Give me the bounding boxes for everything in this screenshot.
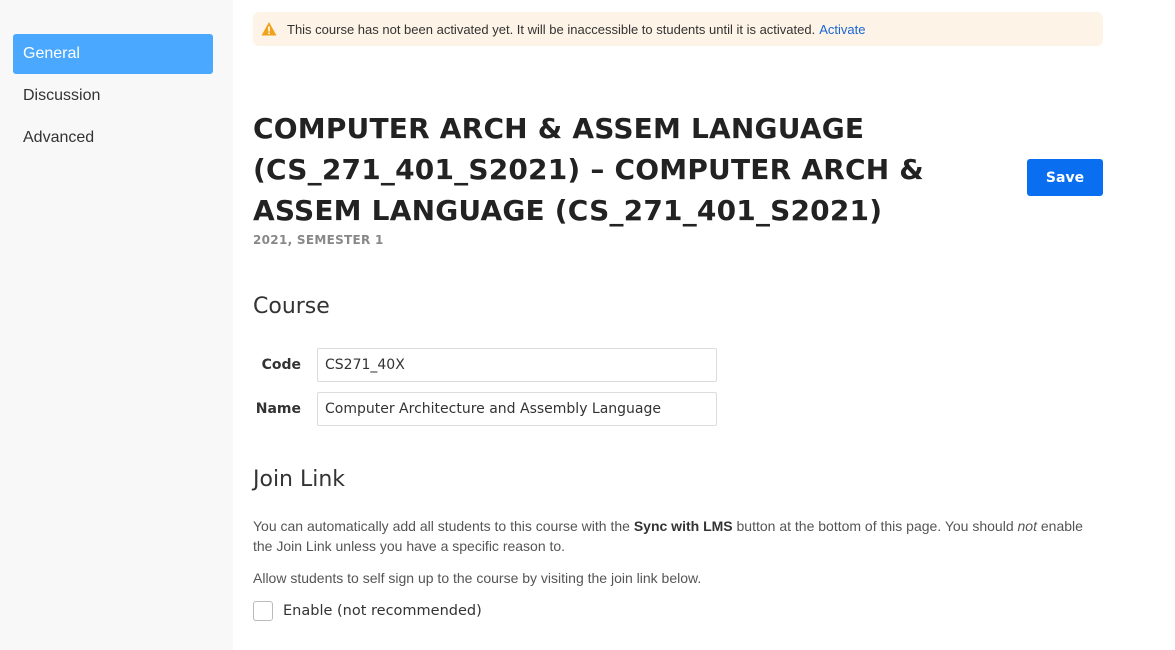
name-input[interactable] bbox=[317, 392, 717, 426]
sidebar-item-general[interactable]: General bbox=[13, 34, 213, 74]
save-button[interactable]: Save bbox=[1027, 159, 1103, 196]
sidebar: General Discussion Advanced bbox=[0, 0, 233, 650]
sync-lms-emphasis: Sync with LMS bbox=[633, 518, 733, 534]
activate-link[interactable]: Activate bbox=[819, 22, 865, 37]
code-label: Code bbox=[261, 357, 301, 373]
sidebar-item-advanced[interactable]: Advanced bbox=[13, 118, 213, 158]
banner-message: This course has not been activated yet. … bbox=[287, 21, 816, 37]
course-section-heading: Course bbox=[253, 294, 330, 319]
app-layout: General Discussion Advanced This course … bbox=[0, 0, 1175, 650]
name-row: Name bbox=[253, 392, 717, 426]
self-signup-description: Allow students to self sign up to the co… bbox=[253, 570, 702, 586]
semester-subtitle: 2021, SEMESTER 1 bbox=[253, 233, 384, 247]
enable-join-link-label: Enable (not recommended) bbox=[283, 603, 482, 619]
join-link-description: You can automatically add all students t… bbox=[253, 518, 1083, 554]
page-title: COMPUTER ARCH & ASSEM LANGUAGE (CS_271_4… bbox=[253, 112, 924, 227]
code-input[interactable] bbox=[317, 348, 717, 382]
name-label: Name bbox=[255, 401, 301, 417]
sidebar-item-discussion[interactable]: Discussion bbox=[13, 76, 213, 116]
enable-join-link-checkbox[interactable] bbox=[253, 601, 273, 621]
main-content: This course has not been activated yet. … bbox=[233, 0, 1175, 650]
warning-icon bbox=[261, 21, 277, 37]
enable-join-link-row: Enable (not recommended) bbox=[253, 601, 482, 621]
course-header: COMPUTER ARCH & ASSEM LANGUAGE (CS_271_4… bbox=[253, 108, 983, 247]
join-link-heading: Join Link bbox=[253, 467, 346, 492]
code-row: Code bbox=[253, 348, 717, 382]
not-emphasis: not bbox=[1017, 518, 1037, 534]
activation-warning-banner: This course has not been activated yet. … bbox=[253, 12, 1103, 46]
